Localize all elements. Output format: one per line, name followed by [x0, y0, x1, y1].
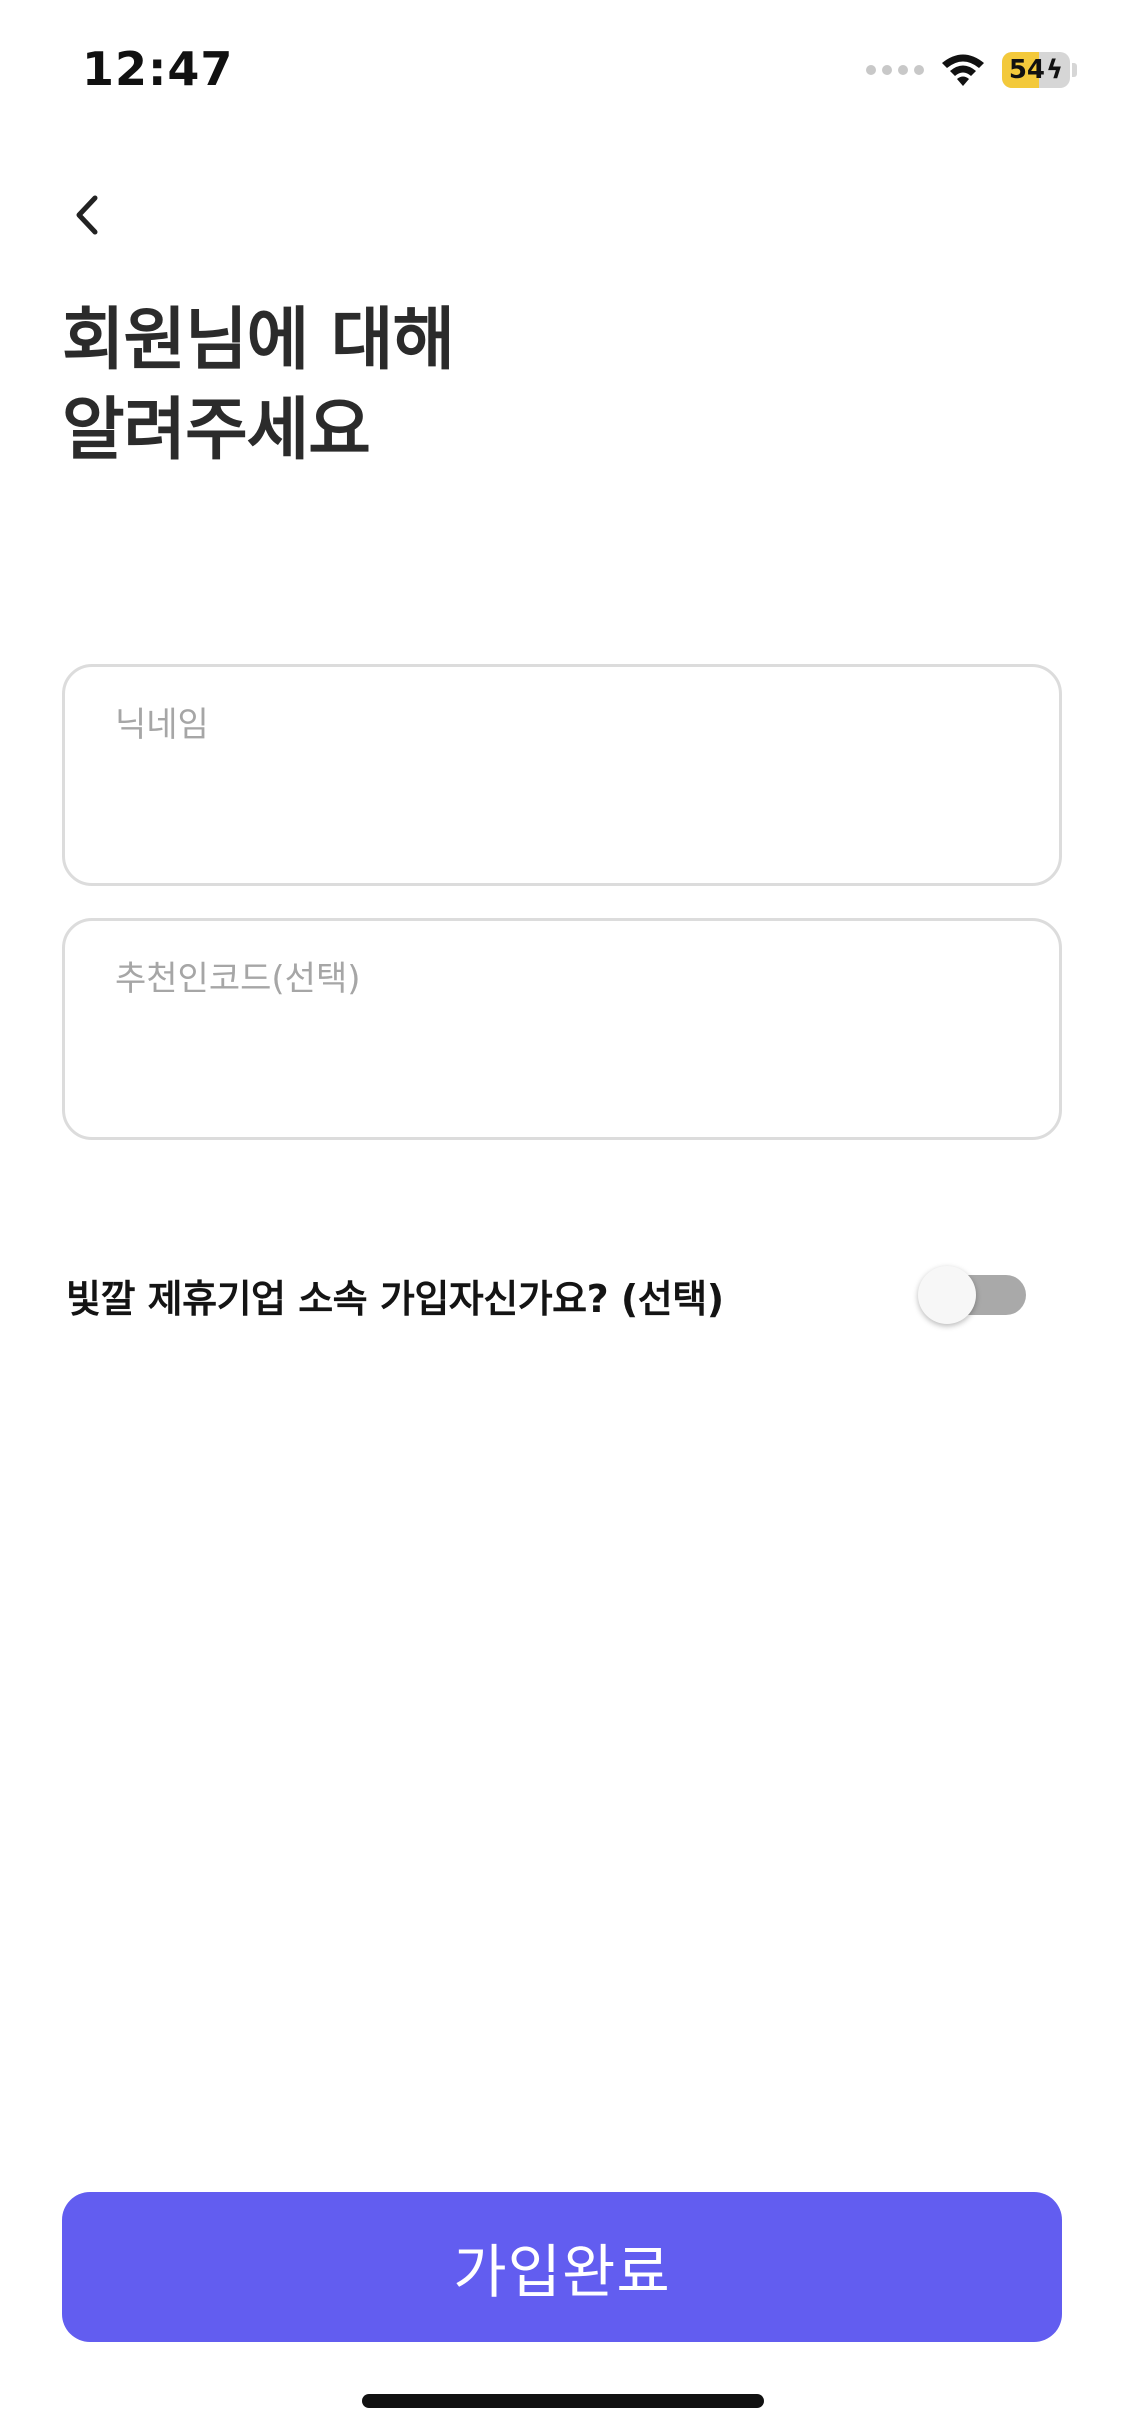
affiliate-toggle[interactable] — [918, 1266, 1026, 1324]
status-icons: 54 ϟ — [866, 48, 1077, 92]
page-title-line-2: 알려주세요 — [62, 391, 371, 470]
chevron-left-icon — [76, 195, 98, 235]
charging-bolt-icon: ϟ — [1046, 55, 1064, 85]
affiliate-question-row: 빛깔 제휴기업 소속 가입자신가요? (선택) — [66, 1262, 1026, 1328]
signal-icon — [866, 65, 924, 75]
page-title: 회원님에 대해 알려주세요 — [62, 296, 762, 476]
signup-complete-button[interactable]: 가입완료 — [62, 2192, 1062, 2342]
page-title-line-1: 회원님에 대해 — [62, 301, 455, 380]
toggle-knob — [918, 1266, 976, 1324]
referral-code-field[interactable] — [62, 918, 1062, 1140]
status-bar: 12:47 54 ϟ — [0, 0, 1125, 140]
back-button[interactable] — [58, 180, 114, 250]
signup-profile-screen: 12:47 54 ϟ 회원님에 대해 알려주세요 닉네임 추천인코드(선택) 빛… — [0, 0, 1125, 2436]
home-indicator — [362, 2394, 764, 2408]
nickname-field[interactable] — [62, 664, 1062, 886]
battery-icon: 54 ϟ — [1002, 52, 1070, 88]
battery-cap — [1072, 63, 1077, 77]
referral-code-input[interactable] — [115, 951, 1015, 1007]
status-time: 12:47 — [82, 42, 234, 96]
battery-level: 54 — [1008, 55, 1046, 85]
nickname-input[interactable] — [115, 697, 1015, 753]
affiliate-question-label: 빛깔 제휴기업 소속 가입자신가요? (선택) — [66, 1276, 724, 1321]
wifi-icon — [940, 52, 986, 88]
